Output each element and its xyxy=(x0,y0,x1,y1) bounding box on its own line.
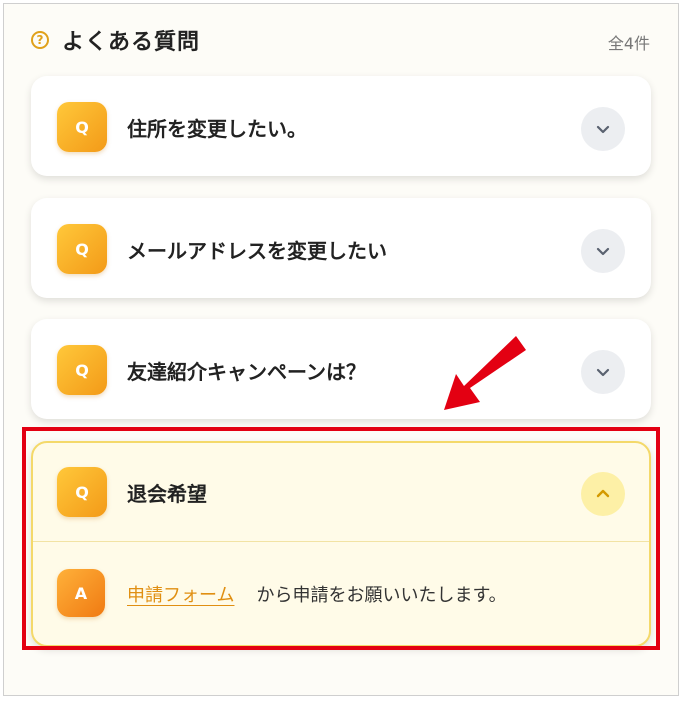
expand-button[interactable] xyxy=(581,229,625,273)
faq-answer: 申請フォーム から申請をお願いいたします。 xyxy=(127,581,507,607)
q-badge: Q xyxy=(57,224,107,274)
chevron-up-icon xyxy=(596,489,610,498)
expand-button[interactable] xyxy=(581,107,625,151)
red-arrow-icon xyxy=(444,336,526,410)
faq-question: 住所を変更したい。 xyxy=(127,117,307,141)
application-form-link[interactable]: 申請フォーム xyxy=(127,585,234,606)
q-badge: Q xyxy=(57,345,107,395)
collapse-button[interactable] xyxy=(581,472,625,516)
chevron-down-icon xyxy=(596,247,610,256)
faq-question: メールアドレスを変更したい xyxy=(127,239,387,263)
faq-question: 友達紹介キャンペーンは？ xyxy=(127,360,366,384)
faq-item-cancel-membership[interactable]: Q 退会希望 A 申請フォーム から申請をお願いいたします。 xyxy=(31,441,651,647)
page-title: よくある質問 xyxy=(62,30,201,55)
faq-item-address[interactable]: Q 住所を変更したい。 xyxy=(31,76,651,176)
q-badge: Q xyxy=(57,467,107,517)
expand-button[interactable] xyxy=(581,350,625,394)
question-circle-icon: ? xyxy=(31,31,49,49)
faq-item-referral[interactable]: Q 友達紹介キャンペーンは？ xyxy=(31,319,651,419)
chevron-down-icon xyxy=(596,368,610,377)
a-badge: A xyxy=(57,569,105,617)
faq-question: 退会希望 xyxy=(127,482,207,506)
q-badge: Q xyxy=(57,102,107,152)
faq-panel: ? よくある質問 全4件 Q 住所を変更したい。 Q メールアドレスを変更したい… xyxy=(3,3,679,696)
chevron-down-icon xyxy=(596,125,610,134)
faq-header: ? よくある質問 全4件 xyxy=(4,4,678,74)
answer-text: から申請をお願いいたします。 xyxy=(256,585,507,606)
divider xyxy=(33,541,649,542)
faq-item-email[interactable]: Q メールアドレスを変更したい xyxy=(31,198,651,298)
faq-count: 全4件 xyxy=(607,34,650,53)
